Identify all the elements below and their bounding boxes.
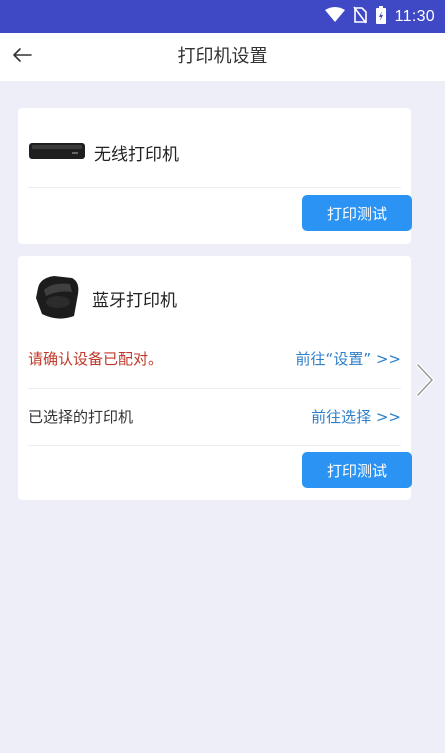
divider: [28, 187, 401, 188]
bluetooth-printer-row: 蓝牙打印机: [28, 268, 401, 328]
pairing-warning: 请确认设备已配对。: [28, 349, 164, 368]
chevron-right-icon[interactable]: [413, 362, 437, 398]
no-sim-icon: [353, 6, 367, 28]
status-icons: 11:30: [324, 0, 435, 33]
status-time: 11:30: [394, 7, 435, 25]
selected-printer-label: 已选择的打印机: [28, 407, 134, 426]
wireless-print-test-button[interactable]: 打印测试: [302, 195, 412, 231]
wireless-printer-image: [28, 137, 86, 167]
goto-settings-link[interactable]: 前往“设置” >>: [296, 348, 401, 369]
bluetooth-printer-card: 蓝牙打印机 请确认设备已配对。 前往“设置” >> 已选择的打印机 前往选择 >…: [18, 256, 412, 500]
bluetooth-printer-image: [28, 268, 84, 328]
battery-charging-icon: [375, 5, 387, 29]
wireless-printer-card: 无线打印机 打印测试: [18, 108, 412, 244]
bluetooth-print-test-button[interactable]: 打印测试: [302, 452, 412, 488]
status-bar: 11:30: [0, 0, 445, 33]
selected-printer-row: 已选择的打印机 前往选择 >>: [28, 401, 401, 431]
divider: [28, 445, 401, 446]
divider: [28, 388, 401, 389]
bluetooth-printer-name: 蓝牙打印机: [92, 290, 177, 311]
wireless-printer-row: 无线打印机: [28, 132, 401, 172]
page-title: 打印机设置: [177, 46, 268, 67]
wireless-printer-name: 无线打印机: [94, 144, 179, 165]
pairing-row: 请确认设备已配对。 前往“设置” >>: [28, 343, 401, 373]
header: 打印机设置: [0, 33, 445, 81]
wifi-icon: [324, 6, 345, 27]
goto-select-link[interactable]: 前往选择 >>: [311, 406, 401, 427]
